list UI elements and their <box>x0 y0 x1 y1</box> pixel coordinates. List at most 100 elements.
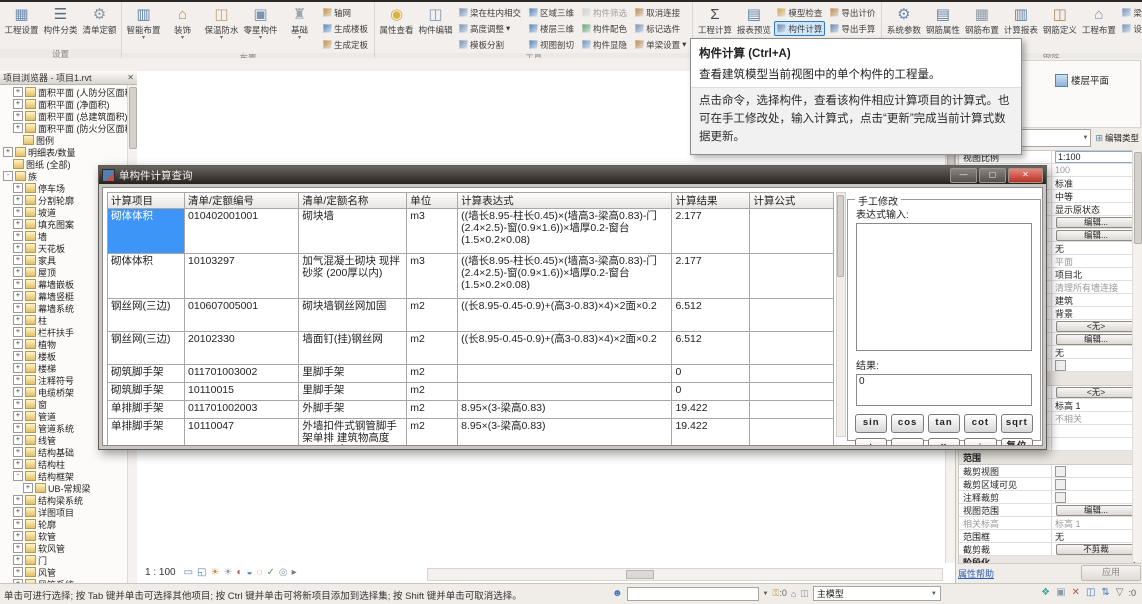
cancel-connection-button[interactable]: 取消连接 <box>632 5 689 20</box>
expand-icon[interactable]: + <box>13 567 23 577</box>
minimize-button[interactable]: — <box>950 168 977 183</box>
property-value[interactable] <box>1051 465 1140 477</box>
table-cell[interactable]: m2 <box>406 383 457 401</box>
table-cell[interactable]: 外墙扣件式钢管脚手架单排 建筑物高度(15m以内) <box>298 419 406 446</box>
table-cell[interactable] <box>749 419 834 446</box>
property-row[interactable]: 裁剪视图 <box>959 465 1140 478</box>
blank-button[interactable] <box>1119 37 1142 52</box>
component-visibility-button[interactable]: 构件显隐 <box>579 37 630 52</box>
property-row[interactable]: 裁剪区域可见 <box>959 478 1140 491</box>
property-edit-button[interactable]: 编辑... <box>1056 505 1136 516</box>
smart-layout-button[interactable]: ▥智能布置▾ <box>125 3 162 52</box>
crop-region-icon[interactable]: ◱ <box>197 567 206 578</box>
property-value[interactable]: 1:100 <box>1051 151 1140 163</box>
more-icon[interactable]: ▸ <box>292 567 297 578</box>
table-cell[interactable]: 2.177 <box>671 254 749 299</box>
floor-3d-button[interactable]: 楼层三维 <box>526 21 577 36</box>
expand-icon[interactable]: + <box>23 483 33 493</box>
underlay-select-icon[interactable]: ◫ <box>1086 587 1095 598</box>
property-view-button[interactable]: ◉属性查看 <box>378 3 415 52</box>
calc-button-复位[interactable]: 复位 <box>1001 438 1033 446</box>
table-cell[interactable] <box>749 383 834 401</box>
expand-icon[interactable]: + <box>13 279 23 289</box>
column-header[interactable]: 单位 <box>406 193 457 209</box>
property-value[interactable]: 100 <box>1051 164 1140 176</box>
property-edit-button[interactable]: 不剪裁 <box>1056 544 1136 555</box>
table-cell[interactable]: 砌体体积 <box>107 254 184 299</box>
tree-item[interactable]: +软管 <box>0 530 128 542</box>
property-value[interactable]: 标高 1 <box>1051 517 1140 529</box>
expand-icon[interactable]: + <box>13 423 23 433</box>
property-value[interactable]: 项目北 <box>1051 268 1140 280</box>
tree-item[interactable]: 图例 <box>0 134 128 146</box>
scrollbar-thumb[interactable] <box>626 570 654 579</box>
table-cell[interactable] <box>749 401 834 419</box>
table-cell[interactable]: 011701002003 <box>184 401 298 419</box>
chevron-down-icon[interactable]: ▼ <box>763 591 769 597</box>
component-edit-button[interactable]: ◫构件编辑 <box>417 3 454 52</box>
expand-icon[interactable]: + <box>13 195 23 205</box>
view-scale-label[interactable]: 1 : 100 <box>145 567 176 578</box>
table-cell[interactable] <box>749 254 834 299</box>
table-cell[interactable]: 钢丝网(三边) <box>107 332 184 365</box>
table-cell[interactable]: 10103297 <box>184 254 298 299</box>
expand-icon[interactable]: + <box>13 399 23 409</box>
table-cell[interactable]: 里脚手架 <box>298 365 406 383</box>
reveal-icon[interactable]: ◌ <box>257 567 263 578</box>
table-cell[interactable]: 8.95×(3-梁高0.83) <box>457 401 671 419</box>
property-value[interactable] <box>1051 491 1140 503</box>
region-3d-button[interactable]: 区域三维 <box>526 5 577 20</box>
table-cell[interactable]: 2.177 <box>671 209 749 254</box>
property-value[interactable]: 编辑... <box>1051 333 1140 345</box>
design-options-icon-2[interactable]: ◫ <box>800 588 809 599</box>
property-value[interactable] <box>1051 478 1140 490</box>
tree-item[interactable]: +UB-常规梁 <box>0 482 128 494</box>
hide-icon[interactable]: ◒ <box>246 567 252 578</box>
mark-selection-button[interactable]: 标记选件 <box>632 21 689 36</box>
property-value[interactable]: 无 <box>1051 346 1140 358</box>
tree-item[interactable]: +风管 <box>0 566 128 578</box>
calc-button-+[interactable]: + <box>855 438 887 446</box>
expand-icon[interactable]: + <box>13 447 23 457</box>
tree-item[interactable]: +轮廓 <box>0 518 128 530</box>
expand-icon[interactable]: + <box>13 231 23 241</box>
render-icon[interactable]: ◐ <box>236 567 242 578</box>
property-value[interactable]: 编辑... <box>1051 229 1140 241</box>
editable-only-icon[interactable]: ❖ <box>1041 587 1050 598</box>
table-cell[interactable]: m2 <box>406 401 457 419</box>
table-cell[interactable]: m3 <box>406 209 457 254</box>
column-header[interactable]: 清单/定额名称 <box>298 193 406 209</box>
set-beam-support-button[interactable]: 设置梁支座 <box>1119 21 1142 36</box>
tree-item[interactable]: +结构柱 <box>0 458 128 470</box>
expand-icon[interactable]: + <box>13 435 23 445</box>
calc-button-cot[interactable]: cot <box>964 414 996 433</box>
expression-input[interactable] <box>856 223 1032 351</box>
expand-icon[interactable]: + <box>13 123 23 133</box>
collapse-icon[interactable]: - <box>3 171 13 181</box>
tree-item[interactable]: +面积平面 (防火分区面积) <box>0 122 128 134</box>
expand-icon[interactable]: + <box>13 495 23 505</box>
axis-grid-button[interactable]: 轴网 <box>320 5 371 20</box>
property-value[interactable]: 不剪裁 <box>1051 543 1140 555</box>
table-scrollbar[interactable] <box>836 192 846 437</box>
expand-icon[interactable]: + <box>13 459 23 469</box>
export-pricing-button[interactable]: 导出计价 <box>827 5 878 20</box>
expand-icon[interactable]: + <box>13 87 23 97</box>
tree-item[interactable]: +面积平面 (人防分区面积) <box>0 86 128 98</box>
property-value[interactable]: 标准 <box>1051 177 1140 189</box>
beam-column-intersect-button[interactable]: 梁在柱内相交 <box>456 5 524 20</box>
table-cell[interactable]: 砌筑脚手架 <box>107 383 184 401</box>
table-cell[interactable]: 010607005001 <box>184 299 298 332</box>
calc-button-tan[interactable]: tan <box>928 414 960 433</box>
expand-icon[interactable]: + <box>13 291 23 301</box>
table-cell[interactable] <box>749 332 834 365</box>
property-edit-button[interactable]: 编辑... <box>1056 334 1136 345</box>
view-section-button[interactable]: 视图剖切 <box>526 37 577 52</box>
property-edit-button[interactable]: <无> <box>1056 321 1136 332</box>
foundation-button[interactable]: ♜基础▾ <box>281 3 318 52</box>
filter-icon[interactable]: ▽ <box>1116 587 1124 598</box>
expand-icon[interactable]: + <box>13 267 23 277</box>
design-options-icon[interactable]: ⌂ <box>791 589 796 599</box>
table-cell[interactable] <box>749 365 834 383</box>
expand-icon[interactable]: + <box>13 363 23 373</box>
